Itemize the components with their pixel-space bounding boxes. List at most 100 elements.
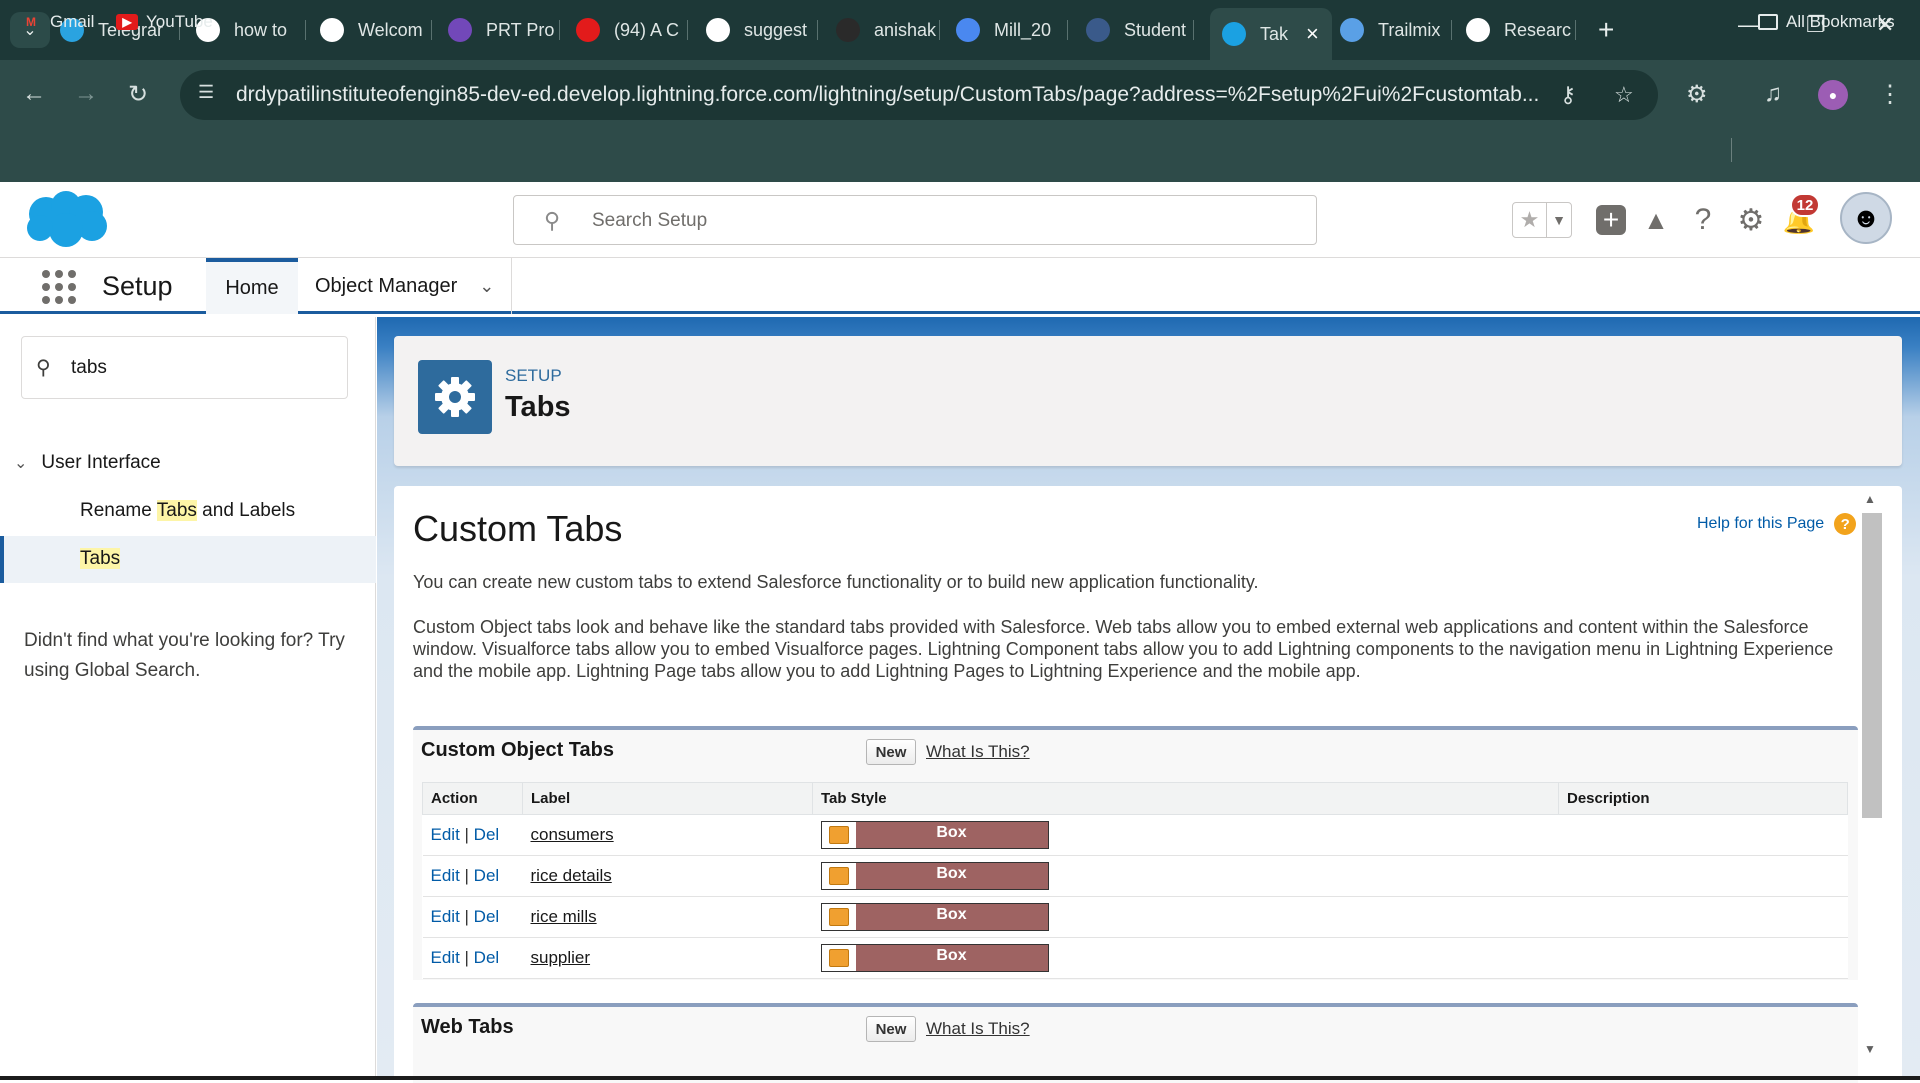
new-custom-object-tab-button[interactable]: New (866, 739, 916, 765)
tab-label-link[interactable]: consumers (522, 814, 813, 856)
delete-link[interactable]: Del (474, 866, 500, 885)
app-name: Setup (102, 271, 173, 301)
setup-sidebar (0, 317, 376, 1080)
help-for-this-page-link[interactable]: Help for this Page ? (1697, 513, 1857, 535)
help-icon[interactable]: ? (1686, 203, 1720, 237)
profile-avatar[interactable]: ● (1818, 80, 1848, 110)
site-settings-icon[interactable]: ☰ (198, 82, 224, 108)
help-link-text[interactable]: Help for this Page (1697, 515, 1824, 533)
minimize-window-button[interactable]: — (1738, 12, 1760, 38)
app-launcher-icon[interactable] (42, 270, 76, 304)
media-control-icon[interactable]: ♫ (1764, 80, 1782, 108)
reload-button[interactable]: ↻ (128, 80, 148, 109)
youtube-icon: ▶ (116, 14, 138, 30)
trailhead-icon[interactable]: ▲ (1639, 203, 1673, 237)
chevron-down-icon[interactable]: ⌄ (479, 276, 494, 297)
trailhead-icon (1340, 18, 1364, 42)
salesforce-icon (1222, 22, 1246, 46)
extensions-icon[interactable]: ⚙ (1686, 80, 1708, 109)
browser-tab[interactable]: Student (1086, 10, 1194, 50)
quick-find-value[interactable]: tabs (71, 357, 107, 379)
quick-find-input[interactable]: ⚲ tabs (21, 336, 348, 399)
salesforce-logo[interactable] (22, 188, 112, 250)
new-web-tab-button[interactable]: New (866, 1016, 916, 1042)
delete-link[interactable]: Del (474, 948, 500, 967)
browser-tab[interactable]: suggest (706, 10, 818, 50)
address-bar[interactable]: ☰ drdypatilinstituteofengin85-dev-ed.dev… (180, 70, 1658, 120)
all-bookmarks-button[interactable]: All Bookmarks (1758, 12, 1895, 32)
user-avatar[interactable]: ☻ (1840, 192, 1892, 244)
action-separator: | (459, 825, 474, 844)
intro-text: You can create new custom tabs to extend… (413, 572, 1259, 592)
search-highlight: Tabs (156, 500, 197, 521)
youtube-icon (576, 18, 600, 42)
tree-group-user-interface[interactable]: ⌄ User Interface (14, 452, 161, 474)
forward-button[interactable]: → (74, 80, 98, 108)
sidebar-item-rename-tabs-and-labels[interactable]: Rename Tabs and Labels (80, 500, 295, 522)
global-actions-plus-icon[interactable]: + (1596, 204, 1626, 235)
browser-tab-label: Researc (1504, 19, 1572, 40)
scroll-up-icon[interactable]: ▲ (1864, 492, 1876, 506)
setup-gear-icon[interactable]: ⚙ (1734, 203, 1768, 237)
browser-tab[interactable]: Welcom (320, 10, 432, 50)
tab-separator (939, 20, 940, 40)
edit-link[interactable]: Edit (431, 948, 460, 967)
browser-tab[interactable]: Tak × (1210, 8, 1332, 60)
new-tab-button[interactable]: + (1598, 14, 1614, 46)
sidebar-help-text: Didn't find what you're looking for? Try… (24, 630, 345, 681)
description-cell (1558, 855, 1848, 897)
browser-tab[interactable]: PRT Pro (448, 10, 560, 50)
delete-link[interactable]: Del (474, 907, 500, 926)
browser-tab-label: anishak (874, 19, 937, 40)
browser-menu-icon[interactable]: ⋮ (1878, 80, 1902, 109)
tab-label-link[interactable]: supplier (522, 937, 813, 979)
browser-tab[interactable]: Trailmix (1340, 10, 1452, 50)
page-icon (1086, 18, 1110, 42)
search-placeholder: Search Setup (592, 210, 708, 231)
what-is-this-link[interactable]: What Is This? (926, 1019, 1030, 1039)
bookmark-star-icon[interactable]: ☆ (1614, 82, 1634, 108)
star-icon[interactable]: ★ (1513, 203, 1547, 237)
delete-link[interactable]: Del (474, 825, 500, 844)
edit-link[interactable]: Edit (431, 907, 460, 926)
description-cell (1558, 937, 1848, 979)
nav-tab-object-manager[interactable]: Object Manager ⌄ (298, 258, 512, 314)
openai-icon (1466, 18, 1490, 42)
chevron-down-icon[interactable]: ⌄ (14, 453, 27, 473)
browser-tab[interactable]: Researc (1466, 10, 1576, 50)
tab-label-link[interactable]: rice details (522, 855, 813, 897)
docs-icon (956, 18, 980, 42)
bookmark-gmail[interactable]: M Gmail (20, 12, 94, 32)
nav-tab-home[interactable]: Home (206, 258, 298, 314)
favorites-button[interactable]: ★ ▼ (1512, 202, 1572, 238)
tab-style-swatch: Box (820, 944, 1049, 972)
setup-gear-icon (418, 360, 492, 434)
edit-link[interactable]: Edit (431, 866, 460, 885)
table-header-row: Action Label Tab Style Description (422, 782, 1848, 815)
sidebar-item-tabs[interactable]: Tabs (80, 548, 121, 570)
help-icon[interactable]: ? (1834, 513, 1857, 535)
action-cell: Edit | Del (422, 855, 523, 897)
browser-tab[interactable]: Mill_20 (956, 10, 1068, 50)
favorites-dropdown-icon[interactable]: ▼ (1547, 203, 1571, 237)
scrollbar-thumb[interactable] (1862, 513, 1882, 818)
table-row: Edit | Del rice mills Box (422, 896, 1848, 938)
action-separator: | (459, 866, 474, 885)
setup-search-input[interactable]: ⚲ Search Setup (513, 195, 1317, 245)
tab-style-name: Box (936, 906, 967, 923)
browser-tab[interactable]: (94) A C (576, 10, 688, 50)
scroll-down-icon[interactable]: ▼ (1864, 1042, 1876, 1056)
edit-link[interactable]: Edit (431, 825, 460, 844)
bookmark-youtube[interactable]: ▶ YouTube (116, 12, 213, 32)
url-text[interactable]: drdypatilinstituteofengin85-dev-ed.devel… (236, 83, 1546, 107)
tab-style-swatch: Box (820, 862, 1049, 890)
what-is-this-link[interactable]: What Is This? (926, 742, 1030, 762)
tab-label-link[interactable]: rice mills (522, 896, 813, 938)
search-icon: ⚲ (36, 357, 51, 379)
bookmarks-bar (0, 130, 1920, 180)
back-button[interactable]: ← (22, 80, 46, 108)
page-header (394, 336, 1902, 466)
password-key-icon[interactable]: ⚷ (1560, 82, 1576, 108)
close-tab-icon[interactable]: × (1306, 21, 1319, 47)
browser-tab[interactable]: anishak (836, 10, 940, 50)
